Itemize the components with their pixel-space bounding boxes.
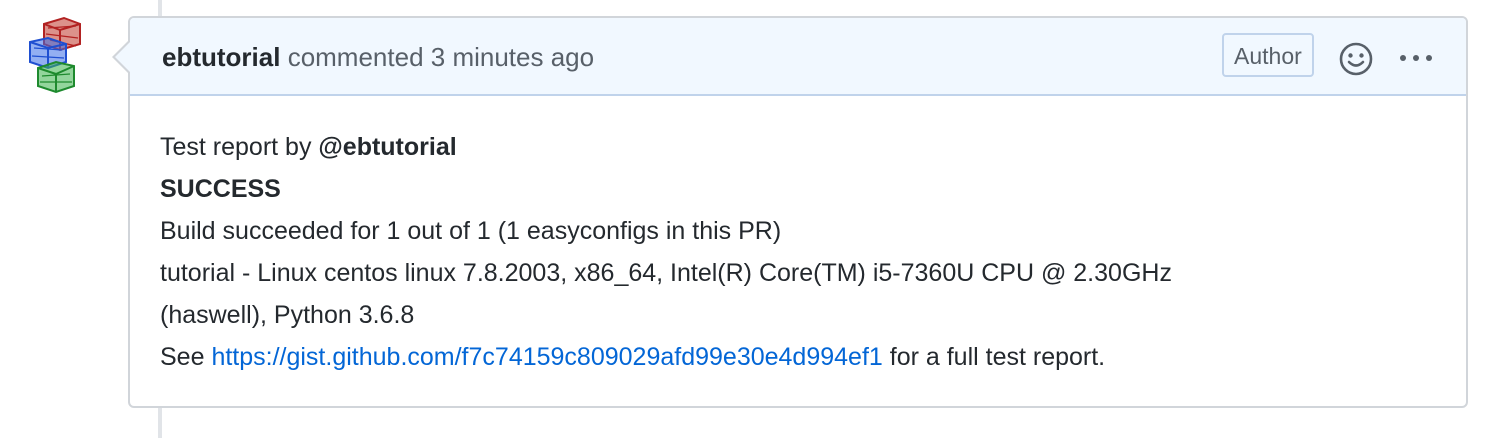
comment-body: Test report by @ebtutorial SUCCESS Build… bbox=[160, 126, 1440, 378]
kebab-horizontal-icon[interactable] bbox=[1396, 46, 1436, 70]
comment-caret-fill bbox=[115, 42, 130, 72]
report-by-text: Test report by bbox=[160, 133, 319, 161]
comment-line-report-by: Test report by @ebtutorial bbox=[160, 126, 1440, 168]
system-info-text-cont: (haswell), Python 3.6.8 bbox=[160, 301, 415, 329]
comment-author-link[interactable]: ebtutorial bbox=[162, 42, 280, 72]
smiley-icon[interactable] bbox=[1338, 41, 1374, 77]
author-badge: Author bbox=[1222, 33, 1314, 77]
avatar[interactable] bbox=[26, 16, 86, 94]
comment-timestamp[interactable]: 3 minutes ago bbox=[431, 42, 594, 72]
comment-line-gist: See https://gist.github.com/f7c74159c809… bbox=[160, 336, 1440, 378]
gist-link[interactable]: https://gist.github.com/f7c74159c809029a… bbox=[211, 343, 882, 371]
user-mention[interactable]: @ebtutorial bbox=[318, 133, 456, 161]
comment-box: ebtutorial commented 3 minutes ago Autho… bbox=[128, 16, 1468, 408]
see-text: See bbox=[160, 343, 212, 371]
full-report-text: for a full test report. bbox=[882, 343, 1106, 371]
comment-action: commented bbox=[287, 42, 424, 72]
comment-header-text: ebtutorial commented 3 minutes ago bbox=[162, 40, 594, 74]
avatar-green-cube bbox=[37, 60, 75, 94]
build-summary-text: Build succeeded for 1 out of 1 (1 easyco… bbox=[160, 217, 782, 245]
system-info-text: tutorial - Linux centos linux 7.8.2003, … bbox=[160, 259, 1172, 287]
timeline: ebtutorial commented 3 minutes ago Autho… bbox=[0, 0, 1490, 438]
comment-header: ebtutorial commented 3 minutes ago Autho… bbox=[130, 18, 1466, 96]
status-text: SUCCESS bbox=[160, 175, 281, 203]
